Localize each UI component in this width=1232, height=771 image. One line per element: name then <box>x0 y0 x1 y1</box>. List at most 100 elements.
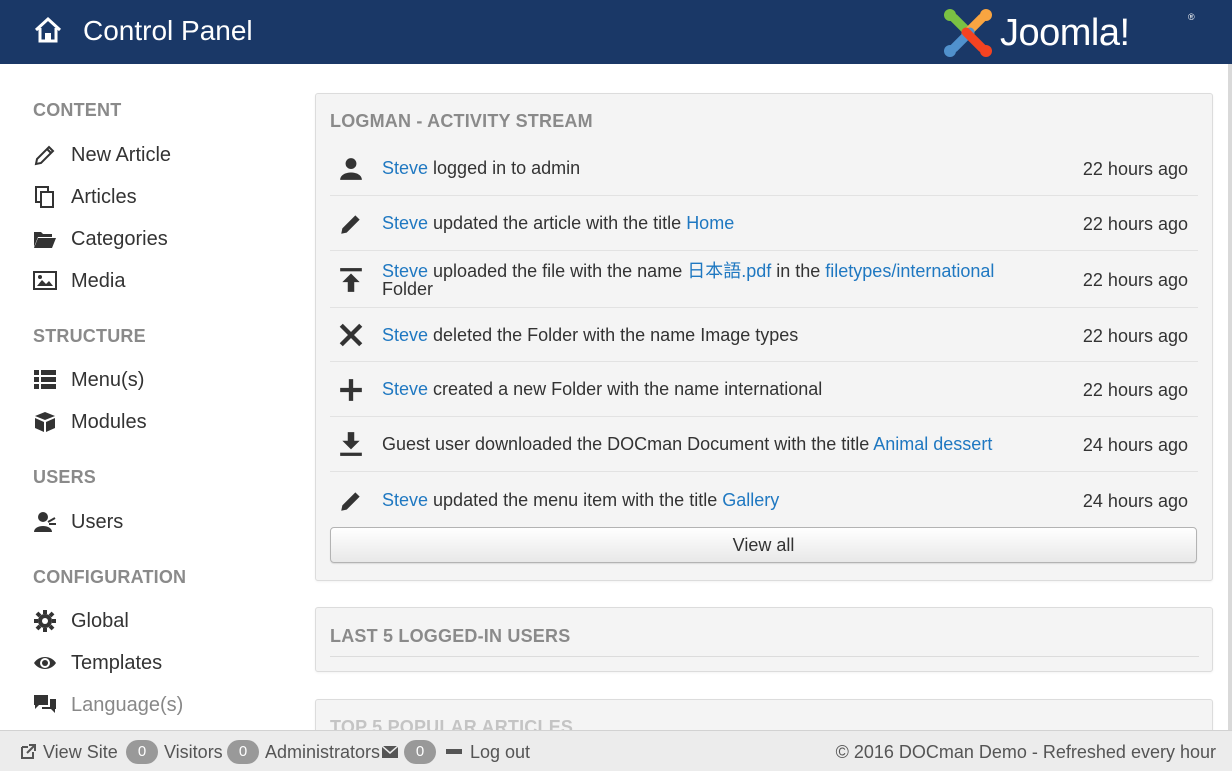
activity-time: 22 hours ago <box>1082 326 1188 346</box>
file-link[interactable]: 日本語.pdf <box>687 261 771 281</box>
gear-icon <box>34 610 56 632</box>
view-site-label: View Site <box>43 741 118 762</box>
actor-link[interactable]: Steve <box>382 490 428 510</box>
page-title: Control Panel <box>83 15 253 46</box>
status-bar: View Site 0 Visitors 0 Administrators 0 … <box>0 730 1232 771</box>
activity-time: 22 hours ago <box>1082 214 1188 234</box>
activity-text: in the <box>771 261 826 281</box>
activity-row: Steve deleted the Folder with the name I… <box>330 307 1198 362</box>
actor-link[interactable]: Steve <box>382 379 428 399</box>
actor-link[interactable]: Steve <box>382 325 428 345</box>
actor-link[interactable]: Steve <box>382 213 428 233</box>
joomla-logo[interactable]: Joomla! ® <box>940 6 1200 60</box>
administrators-indicator[interactable]: 0 Administrators <box>227 740 380 764</box>
activity-time: 22 hours ago <box>1082 380 1188 400</box>
sidebar-item-articles[interactable]: Articles <box>33 182 273 212</box>
activity-time: 22 hours ago <box>1082 159 1188 179</box>
sidebar-item-label: Menu(s) <box>71 368 145 391</box>
activity-text: Guest user downloaded the DOCman Documen… <box>382 434 874 454</box>
pencil-icon <box>341 492 360 511</box>
sidebar-heading-structure: STRUCTURE <box>33 326 146 346</box>
sidebar-item-label: Templates <box>71 651 163 674</box>
sidebar-item-languages[interactable]: Language(s) <box>33 690 273 720</box>
sidebar-item-modules[interactable]: Modules <box>33 407 273 437</box>
copy-icon <box>35 186 54 208</box>
activity-stream-panel: LOGMAN - ACTIVITY STREAM Steve logged in… <box>315 93 1213 581</box>
list-icon <box>34 370 56 389</box>
sidebar-item-label: Users <box>71 510 124 533</box>
sidebar-item-new-article[interactable]: New Article <box>33 140 273 170</box>
logout-link[interactable]: Log out <box>446 741 530 763</box>
activity-text: created a new Folder with the name inter… <box>428 379 823 399</box>
external-link-icon <box>21 744 36 759</box>
activity-text: updated the article with the title <box>428 213 687 233</box>
scrollbar-track[interactable] <box>1228 64 1232 730</box>
activity-text: logged in to admin <box>428 158 581 178</box>
activity-row: Steve updated the article with the title… <box>330 195 1198 251</box>
activity-time: 24 hours ago <box>1082 491 1188 511</box>
sidebar-item-label: New Article <box>71 143 172 166</box>
sidebar-item-label: Categories <box>71 227 168 250</box>
minus-icon <box>446 749 462 754</box>
download-icon <box>340 432 362 456</box>
close-icon <box>339 323 363 347</box>
sidebar-item-media[interactable]: Media <box>33 266 273 296</box>
comments-icon <box>34 695 56 713</box>
sidebar-item-label: Global <box>71 609 129 632</box>
visitors-indicator[interactable]: 0 Visitors <box>126 740 223 764</box>
sidebar-item-label: Language(s) <box>71 693 184 716</box>
logo-registered-mark: ® <box>1188 12 1195 22</box>
joomla-mark-icon <box>944 9 992 57</box>
copyright-text: © 2016 DOCman Demo - Refreshed every hou… <box>835 741 1216 762</box>
sidebar-heading-configuration: CONFIGURATION <box>33 567 187 587</box>
folder-link[interactable]: filetypes/international <box>825 261 994 281</box>
visitors-count-badge: 0 <box>126 740 158 764</box>
menu-item-link[interactable]: Gallery <box>722 490 779 510</box>
visitors-label: Visitors <box>164 741 223 762</box>
activity-text: deleted the Folder with the name Image t… <box>428 325 799 345</box>
actor-link[interactable]: Steve <box>382 261 428 281</box>
sidebar-item-categories[interactable]: Categories <box>33 224 273 254</box>
sidebar-heading-users: USERS <box>33 467 97 487</box>
sidebar-item-label: Modules <box>71 410 147 433</box>
view-all-button[interactable]: View all <box>330 527 1197 563</box>
cube-icon <box>35 412 55 432</box>
panel-title: LOGMAN - ACTIVITY STREAM <box>330 111 593 131</box>
view-site-link[interactable]: View Site <box>20 741 118 763</box>
sidebar-item-templates[interactable]: Templates <box>33 648 273 678</box>
activity-row: Steve uploaded the file with the name 日本… <box>330 250 1198 308</box>
activity-time: 24 hours ago <box>1082 435 1188 455</box>
envelope-icon <box>382 746 398 758</box>
messages-indicator[interactable]: 0 <box>382 740 442 764</box>
activity-text: uploaded the file with the name <box>428 261 688 281</box>
article-link[interactable]: Home <box>686 213 734 233</box>
sidebar-heading-content: CONTENT <box>33 100 122 120</box>
logout-label: Log out <box>470 741 531 762</box>
users-icon <box>34 512 56 532</box>
header-bar: Control Panel Joomla! ® <box>0 0 1232 64</box>
image-icon <box>33 271 57 290</box>
pencil-icon <box>34 145 55 166</box>
document-link[interactable]: Animal dessert <box>873 434 992 454</box>
activity-row: Guest user downloaded the DOCman Documen… <box>330 416 1198 472</box>
eye-icon <box>34 657 56 669</box>
activity-row: Steve logged in to admin 22 hours ago <box>330 141 1198 195</box>
activity-row: Steve updated the menu item with the tit… <box>330 471 1198 526</box>
user-icon <box>340 158 362 180</box>
home-icon[interactable] <box>32 14 64 46</box>
messages-count-badge: 0 <box>404 740 436 764</box>
activity-time: 22 hours ago <box>1082 270 1188 290</box>
sidebar-item-global[interactable]: Global <box>33 606 273 636</box>
activity-row: Steve created a new Folder with the name… <box>330 361 1198 417</box>
folder-open-icon <box>34 232 56 248</box>
sidebar-item-users[interactable]: Users <box>33 507 273 537</box>
panel-title: LAST 5 LOGGED-IN USERS <box>330 626 571 646</box>
pencil-icon <box>341 215 360 234</box>
sidebar-item-menus[interactable]: Menu(s) <box>33 365 273 395</box>
activity-text: updated the menu item with the title <box>428 490 723 510</box>
sidebar-item-label: Media <box>71 269 126 292</box>
logo-wordmark: Joomla! <box>1000 12 1130 54</box>
actor-link[interactable]: Steve <box>382 158 428 178</box>
upload-icon <box>340 268 362 292</box>
logged-in-users-panel: LAST 5 LOGGED-IN USERS <box>315 607 1213 672</box>
